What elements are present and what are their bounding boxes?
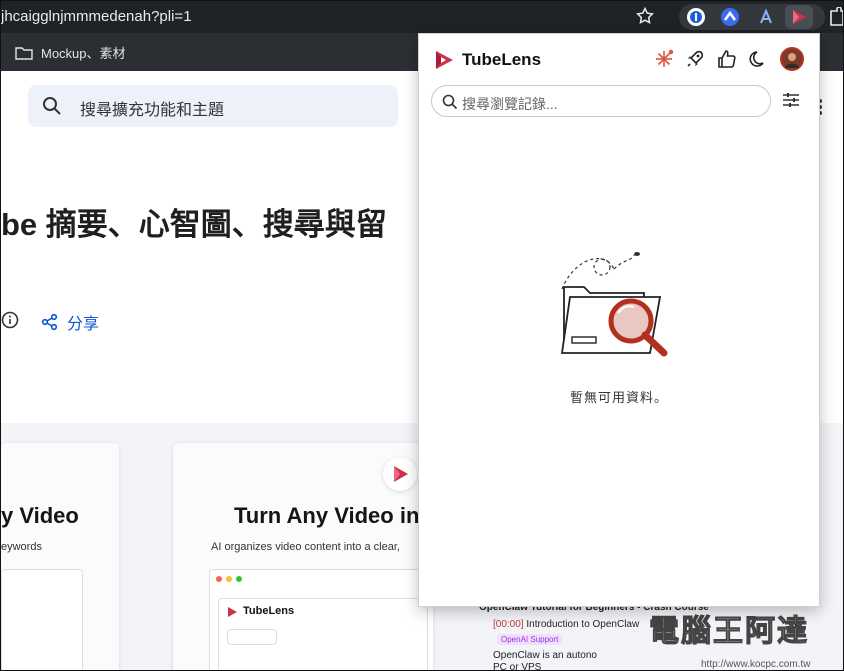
store-search-placeholder: 搜尋擴充功能和主題 [80,102,225,119]
tubelens-logo-icon [793,10,806,24]
tubelens-logo-icon [394,466,408,482]
watermark-url: http://www.kocpc.com.tw [701,659,811,670]
thumbs-up-icon[interactable] [716,48,738,70]
card3-snippet: OpenClaw is an autono [493,650,597,661]
promo-card-2-title: Turn Any Video in [234,503,420,528]
filter-sliders-icon[interactable] [782,91,800,109]
promo-card-1-preview [1,569,83,670]
card3-snippet-2: PC or VPS [493,662,542,671]
search-icon [43,97,61,115]
share-icon [41,313,58,331]
promo-card-2-subtitle: AI organizes video content into a clear, [211,541,400,553]
sparkle-icon[interactable] [653,48,675,70]
empty-state-message: 暫無可用資料。 [569,390,668,405]
store-search-input[interactable]: 搜尋擴充功能和主題 [28,85,398,127]
tubelens-logo-icon [436,51,453,69]
share-button[interactable]: 分享 [41,310,99,334]
promo-card-1-subtitle: eywords [1,541,42,553]
popup-app-name: TubeLens [462,50,542,69]
bookmark-star-icon[interactable] [635,6,655,26]
folder-icon [15,46,33,60]
screenshot-frame: jhcaigglnjmmmedenah?pli=1 Mockup、素材 搜尋擴充… [0,0,844,671]
promo-card-2[interactable]: Turn Any Video in AI organizes video con… [173,443,433,670]
history-search-placeholder: 搜尋瀏覽記錄... [462,96,558,112]
mini-popup: TubeLens [218,598,428,670]
password-manager-icon[interactable] [685,6,707,28]
card3-chapter: Introduction to OpenClaw [526,619,640,630]
dark-mode-moon-icon[interactable] [748,48,770,70]
extension-title: be 摘要、心智圖、搜尋與留 [1,207,387,242]
translate-extension-icon[interactable] [755,6,777,28]
promo-card-2-preview: TubeLens [209,569,433,670]
info-icon[interactable] [1,311,19,329]
user-avatar[interactable] [780,47,804,71]
rocket-icon[interactable] [684,48,706,70]
avatar-image [785,53,799,68]
tubelens-popup: TubeLens 搜尋瀏覽記錄... 暫無可用資料。 [418,33,820,607]
search-icon [442,94,458,110]
watermark-text: 電腦王阿達 [649,615,809,649]
address-bar[interactable]: jhcaigglnjmmmedenah?pli=1 [1,8,192,25]
promo-card-1[interactable]: y Video eywords [1,443,119,670]
history-search-input[interactable]: 搜尋瀏覽記錄... [431,85,771,117]
mini-app-name: TubeLens [243,605,295,617]
promo-card-1-title: y Video [1,503,79,528]
empty-folder-magnifier-illustration [560,252,668,357]
card3-tag: OpenAI Support [497,634,563,645]
bookmark-folder-mockup[interactable]: Mockup、素材 [15,43,126,62]
window-dots [216,576,242,582]
mini-logo-icon [228,607,237,617]
bookmark-folder-label: Mockup、素材 [41,46,126,61]
vpn-extension-icon[interactable] [719,6,741,28]
card3-timestamp: [00:00] [493,619,524,630]
card3-chapter-row: [00:00] Introduction to OpenClaw [493,619,639,630]
mini-tabs [227,629,277,645]
extensions-tray [679,4,825,30]
tubelens-extension-button[interactable] [785,5,813,29]
promo-logo [383,457,417,491]
share-label: 分享 [67,316,100,333]
browser-toolbar: jhcaigglnjmmmedenah?pli=1 [1,1,844,33]
extensions-puzzle-icon[interactable] [829,7,844,27]
